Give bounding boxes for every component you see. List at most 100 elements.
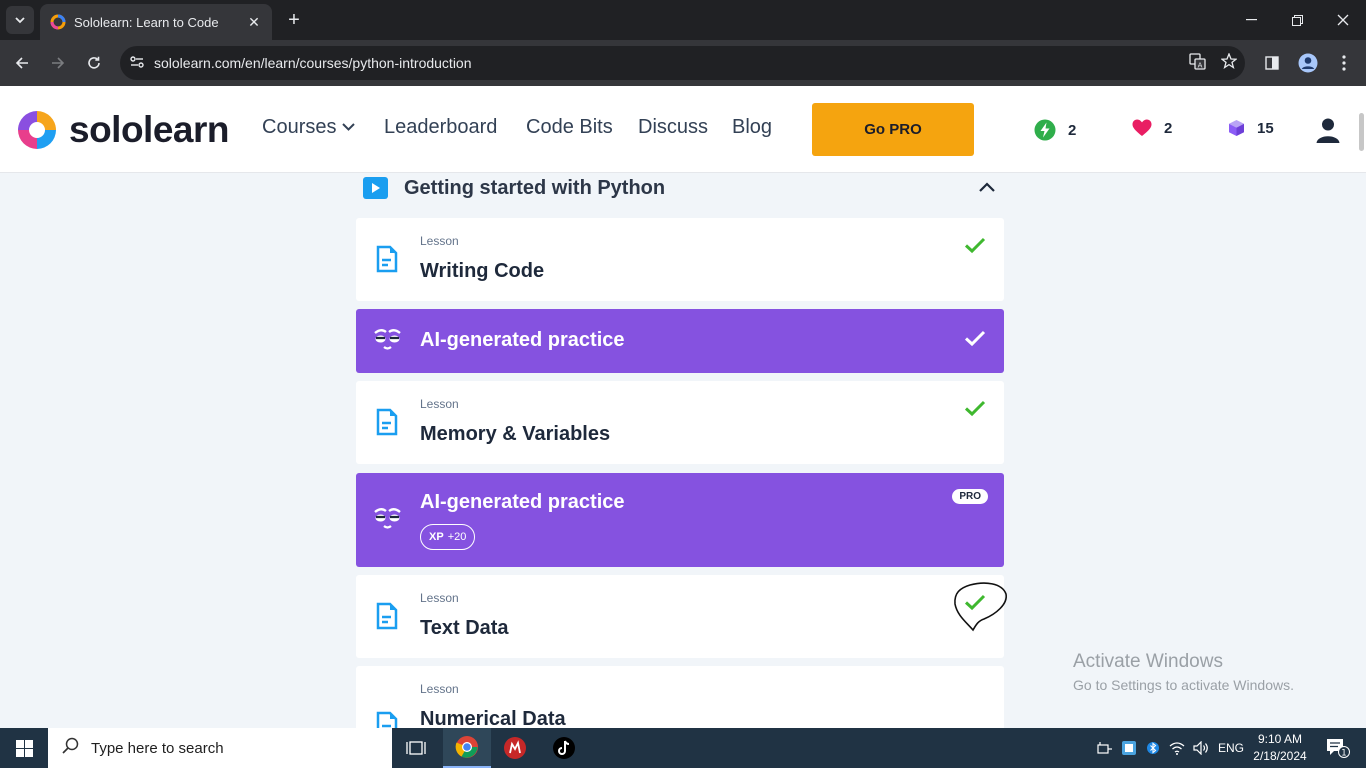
lesson-card-memory-variables[interactable]: Lesson Memory & Variables: [356, 381, 1004, 464]
tab-search-button[interactable]: [6, 6, 34, 34]
browser-menu-button[interactable]: [1330, 49, 1358, 77]
minimize-button[interactable]: [1228, 0, 1274, 40]
taskbar-tiktok[interactable]: [540, 728, 588, 768]
notification-icon: 1: [1327, 739, 1350, 758]
lesson-document-icon: [376, 245, 398, 278]
taskbar-clock[interactable]: 9:10 AM 2/18/2024: [1248, 731, 1312, 765]
windows-logo-icon: [15, 739, 33, 757]
restore-icon: [1291, 14, 1303, 26]
wifi-icon[interactable]: [1166, 728, 1188, 768]
minimize-icon: [1245, 19, 1257, 21]
taskbar-search-placeholder: Type here to search: [91, 739, 224, 757]
streak-count: 2: [1068, 121, 1077, 139]
nav-discuss[interactable]: Discuss: [638, 116, 708, 139]
profile-icon: [1298, 53, 1318, 73]
practice-robot-face-icon: [373, 328, 402, 357]
app-icon: [504, 737, 526, 759]
lesson-document-icon: [376, 602, 398, 635]
logo-text: sololearn: [69, 109, 230, 150]
xp-value: +20: [447, 531, 467, 543]
svg-text:A: A: [1197, 61, 1202, 69]
ai-practice-card[interactable]: AI-generated practice: [356, 309, 1004, 373]
lesson-card-text-data[interactable]: Lesson Text Data: [356, 575, 1004, 658]
tiktok-icon: [553, 737, 575, 759]
close-icon: [1337, 14, 1349, 26]
side-panel-button[interactable]: [1258, 49, 1286, 77]
url-text[interactable]: sololearn.com/en/learn/courses/python-in…: [154, 55, 1181, 71]
page-scrollbar[interactable]: [1359, 113, 1364, 151]
clock-time: 9:10 AM: [1257, 732, 1303, 746]
item-title: Numerical Data: [420, 708, 566, 728]
bits-counter[interactable]: 15: [1228, 119, 1274, 137]
browser-toolbar: sololearn.com/en/learn/courses/python-in…: [0, 40, 1366, 86]
hearts-count: 2: [1164, 119, 1173, 137]
close-window-button[interactable]: [1320, 0, 1366, 40]
xp-label: XP: [429, 531, 444, 543]
clock-date: 2/18/2024: [1253, 749, 1307, 763]
back-button[interactable]: [8, 49, 36, 77]
item-kind: Lesson: [420, 591, 459, 605]
volume-icon[interactable]: [1190, 728, 1212, 768]
task-view-icon: [406, 741, 426, 755]
lesson-card-numerical-data[interactable]: Lesson Numerical Data: [356, 666, 1004, 728]
forward-button[interactable]: [44, 49, 72, 77]
check-icon: [964, 237, 986, 259]
hearts-counter[interactable]: 2: [1132, 119, 1172, 137]
nav-code-bits[interactable]: Code Bits: [526, 116, 613, 139]
chevron-up-icon[interactable]: [979, 179, 995, 197]
item-kind: Lesson: [420, 397, 459, 411]
language-indicator[interactable]: ENG: [1214, 728, 1248, 768]
translate-icon[interactable]: A: [1181, 52, 1213, 74]
xp-reward-pill: XP +20: [420, 524, 476, 550]
item-title: Text Data: [420, 617, 509, 639]
bookmark-star-icon[interactable]: [1213, 52, 1245, 73]
nav-blog[interactable]: Blog: [732, 116, 772, 139]
notification-center-button[interactable]: 1: [1318, 728, 1358, 768]
chrome-icon: [455, 736, 478, 758]
go-pro-button[interactable]: Go PRO: [812, 103, 974, 156]
windows-taskbar: Type here to search ENG 9:10 AM 2/18/202…: [0, 728, 1366, 768]
taskbar-app-red[interactable]: [491, 728, 539, 768]
bluetooth-icon[interactable]: [1142, 728, 1164, 768]
sololearn-logo-icon: [18, 111, 56, 149]
practice-robot-face-icon: [373, 507, 402, 536]
reload-button[interactable]: [80, 49, 108, 77]
search-icon: [62, 737, 79, 759]
item-kind: Lesson: [420, 682, 459, 696]
browser-tab[interactable]: Sololearn: Learn to Code ✕: [40, 4, 272, 40]
arrow-right-icon: [52, 57, 65, 69]
nav-leaderboard[interactable]: Leaderboard: [384, 116, 497, 139]
module-header[interactable]: Getting started with Python: [363, 173, 1003, 206]
browser-tab-bar: Sololearn: Learn to Code ✕ +: [0, 0, 1366, 40]
new-tab-button[interactable]: +: [282, 8, 306, 32]
lightning-icon: [1034, 119, 1056, 141]
taskbar-search-box[interactable]: Type here to search: [48, 728, 392, 768]
site-header: sololearn Courses Leaderboard Code Bits …: [0, 86, 1366, 173]
nav-courses[interactable]: Courses: [262, 116, 356, 139]
heart-icon: [1132, 119, 1152, 137]
site-info-icon[interactable]: [120, 55, 154, 71]
nav-courses-label: Courses: [262, 116, 337, 138]
address-bar[interactable]: sololearn.com/en/learn/courses/python-in…: [120, 46, 1245, 80]
pro-badge: PRO: [952, 489, 988, 504]
tray-app-icon[interactable]: [1118, 728, 1140, 768]
check-icon: [964, 400, 986, 422]
tray-network-adapter-icon[interactable]: [1094, 728, 1116, 768]
taskbar-chrome[interactable]: [443, 728, 491, 768]
item-title: Writing Code: [420, 260, 545, 282]
user-avatar-button[interactable]: [1314, 116, 1342, 144]
start-button[interactable]: [0, 728, 48, 768]
sololearn-logo[interactable]: sololearn: [15, 108, 230, 152]
profile-button[interactable]: [1294, 49, 1322, 77]
play-icon: [363, 177, 388, 199]
module-title: Getting started with Python: [404, 176, 666, 199]
tab-close-icon[interactable]: ✕: [246, 14, 262, 31]
task-view-button[interactable]: [392, 728, 440, 768]
lesson-document-icon: [376, 711, 398, 728]
lesson-card-writing-code[interactable]: Lesson Writing Code: [356, 218, 1004, 301]
arrow-left-icon: [15, 57, 28, 69]
activate-windows-title: Activate Windows: [1073, 651, 1223, 672]
ai-practice-pro-card[interactable]: AI-generated practice PRO XP +20: [356, 473, 1004, 567]
streak-counter[interactable]: 2: [1034, 119, 1076, 141]
restore-button[interactable]: [1274, 0, 1320, 40]
